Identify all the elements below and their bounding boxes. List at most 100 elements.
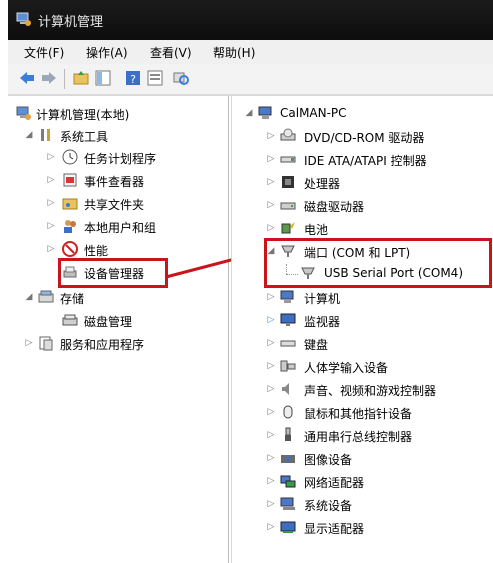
collapsed-arrow-icon[interactable]: ▷ (266, 200, 276, 210)
collapsed-arrow-icon[interactable]: ▷ (266, 361, 276, 371)
collapsed-arrow-icon[interactable]: ▷ (266, 522, 276, 532)
tree-item-shared-folders[interactable]: ▷ 共享文件夹 (8, 194, 226, 214)
device-category-usb[interactable]: ▷ 通用串行总线控制器 (232, 426, 492, 446)
system-device-icon (280, 497, 295, 510)
device-category-keyboards[interactable]: ▷ 键盘 (232, 334, 492, 354)
collapsed-arrow-icon[interactable]: ▷ (24, 338, 34, 348)
device-category-label: 声音、视频和游戏控制器 (304, 384, 437, 398)
device-category-computer[interactable]: ▷ 计算机 (232, 288, 492, 308)
expanded-arrow-icon[interactable]: ◢ (24, 292, 34, 302)
computer-icon (258, 106, 272, 119)
device-category-label: 键盘 (304, 338, 329, 352)
hid-icon (280, 360, 296, 372)
device-category-battery[interactable]: ▷ 电池 (232, 219, 492, 239)
show-hide-tree-icon[interactable] (94, 69, 112, 87)
device-category-label: 鼠标和其他指针设备 (304, 407, 413, 421)
collapsed-arrow-icon[interactable]: ▷ (46, 175, 56, 185)
device-category-network[interactable]: ▷ 网络适配器 (232, 472, 492, 492)
collapsed-arrow-icon[interactable]: ▷ (266, 476, 276, 486)
forward-arrow-icon[interactable] (40, 69, 58, 87)
users-icon (64, 220, 76, 233)
usb-icon (285, 427, 291, 441)
collapsed-arrow-icon[interactable]: ▷ (266, 338, 276, 348)
tree-item-label: 存储 (60, 292, 85, 306)
device-category-imaging[interactable]: ▷ 图像设备 (232, 449, 492, 469)
menu-action[interactable]: 操作(A) (86, 44, 128, 61)
back-arrow-icon[interactable] (18, 69, 36, 87)
menu-view[interactable]: 查看(V) (150, 44, 192, 61)
tree-item-system-tools[interactable]: ◢ 系统工具 (8, 126, 226, 146)
menu-file[interactable]: 文件(F) (24, 44, 64, 61)
device-category-label: 网络适配器 (304, 476, 365, 490)
device-category-sound[interactable]: ▷ 声音、视频和游戏控制器 (232, 380, 492, 400)
device-category-label: DVD/CD-ROM 驱动器 (304, 131, 425, 145)
sound-icon (282, 383, 289, 395)
tree-item-label: 共享文件夹 (84, 198, 145, 212)
expanded-arrow-icon[interactable]: ◢ (244, 108, 254, 118)
device-category-display[interactable]: ▷ 显示适配器 (232, 518, 492, 538)
device-category-ide[interactable]: ▷ IDE ATA/ATAPI 控制器 (232, 150, 492, 170)
collapsed-arrow-icon[interactable]: ▷ (266, 131, 276, 141)
collapsed-arrow-icon[interactable]: ▷ (266, 292, 276, 302)
highlight-box-device-manager (58, 258, 168, 288)
tree-item-label: 事件查看器 (84, 175, 145, 189)
collapsed-arrow-icon[interactable]: ▷ (266, 315, 276, 325)
toolbar: ? (8, 64, 493, 95)
scan-hardware-icon[interactable] (172, 69, 190, 87)
tree-item-disk-management[interactable]: 磁盘管理 (8, 311, 226, 331)
collapsed-arrow-icon[interactable]: ▷ (266, 407, 276, 417)
collapsed-arrow-icon[interactable]: ▷ (46, 198, 56, 208)
tree-item-services-and-applications[interactable]: ▷ 服务和应用程序 (8, 334, 226, 354)
computer-management-icon (16, 12, 31, 26)
collapsed-arrow-icon[interactable]: ▷ (46, 244, 56, 254)
device-category-disk-drives[interactable]: ▷ 磁盘驱动器 (232, 196, 492, 216)
device-category-label: 人体学输入设备 (304, 361, 389, 375)
device-category-system[interactable]: ▷ 系统设备 (232, 495, 492, 515)
help-icon[interactable]: ? (124, 69, 142, 87)
tree-item-label: 磁盘管理 (84, 315, 133, 329)
tree-item-event-viewer[interactable]: ▷ 事件查看器 (8, 171, 226, 191)
battery-icon (281, 222, 295, 234)
tree-item-local-users[interactable]: ▷ 本地用户和组 (8, 217, 226, 237)
collapsed-arrow-icon[interactable]: ▷ (46, 152, 56, 162)
collapsed-arrow-icon[interactable]: ▷ (266, 430, 276, 440)
network-icon (280, 475, 296, 488)
dvd-drive-icon (280, 128, 296, 141)
collapsed-arrow-icon[interactable]: ▷ (266, 154, 276, 164)
collapsed-arrow-icon[interactable]: ▷ (46, 221, 56, 231)
tree-item-label: 计算机管理(本地) (36, 108, 130, 122)
collapsed-arrow-icon[interactable]: ▷ (266, 384, 276, 394)
shared-folder-icon (62, 198, 78, 210)
computer-management-window: 计算机管理 文件(F) 操作(A) 查看(V) 帮助(H) ? 计算机管理(本地… (0, 0, 493, 563)
device-category-dvd[interactable]: ▷ DVD/CD-ROM 驱动器 (232, 127, 492, 147)
tools-icon (41, 129, 50, 141)
device-category-hid[interactable]: ▷ 人体学输入设备 (232, 357, 492, 377)
window-title: 计算机管理 (38, 15, 104, 30)
collapsed-arrow-icon[interactable]: ▷ (266, 223, 276, 233)
tree-item-computer-management[interactable]: 计算机管理(本地) (8, 104, 226, 124)
device-category-processor[interactable]: ▷ 处理器 (232, 173, 492, 193)
device-tree-pane: ◢ CalMAN-PC ▷ DVD/CD-ROM 驱动器 ▷ IDE ATA/A… (231, 96, 493, 563)
properties-icon[interactable] (146, 69, 164, 87)
menu-help[interactable]: 帮助(H) (213, 44, 255, 61)
collapsed-arrow-icon[interactable]: ▷ (266, 499, 276, 509)
device-category-label: 显示适配器 (304, 522, 365, 536)
device-category-label: 通用串行总线控制器 (304, 430, 413, 444)
device-category-monitors[interactable]: ▷ 监视器 (232, 311, 492, 331)
storage-icon (38, 290, 54, 303)
collapsed-arrow-icon[interactable]: ▷ (266, 177, 276, 187)
device-category-label: 系统设备 (304, 499, 353, 513)
svg-text:?: ? (130, 73, 136, 86)
collapsed-arrow-icon[interactable]: ▷ (266, 453, 276, 463)
expanded-arrow-icon[interactable]: ◢ (24, 130, 34, 140)
device-category-mice[interactable]: ▷ 鼠标和其他指针设备 (232, 403, 492, 423)
tree-item-task-scheduler[interactable]: ▷ 任务计划程序 (8, 148, 226, 168)
device-category-label: 电池 (304, 223, 329, 237)
toolbar-separator (64, 69, 65, 89)
up-folder-icon[interactable] (72, 69, 90, 87)
display-adapter-icon (280, 521, 296, 533)
device-category-label: 监视器 (304, 315, 341, 329)
tree-item-label: 性能 (84, 244, 109, 258)
device-tree-root[interactable]: ◢ CalMAN-PC (232, 104, 492, 124)
tree-item-storage[interactable]: ◢ 存储 (8, 288, 226, 308)
